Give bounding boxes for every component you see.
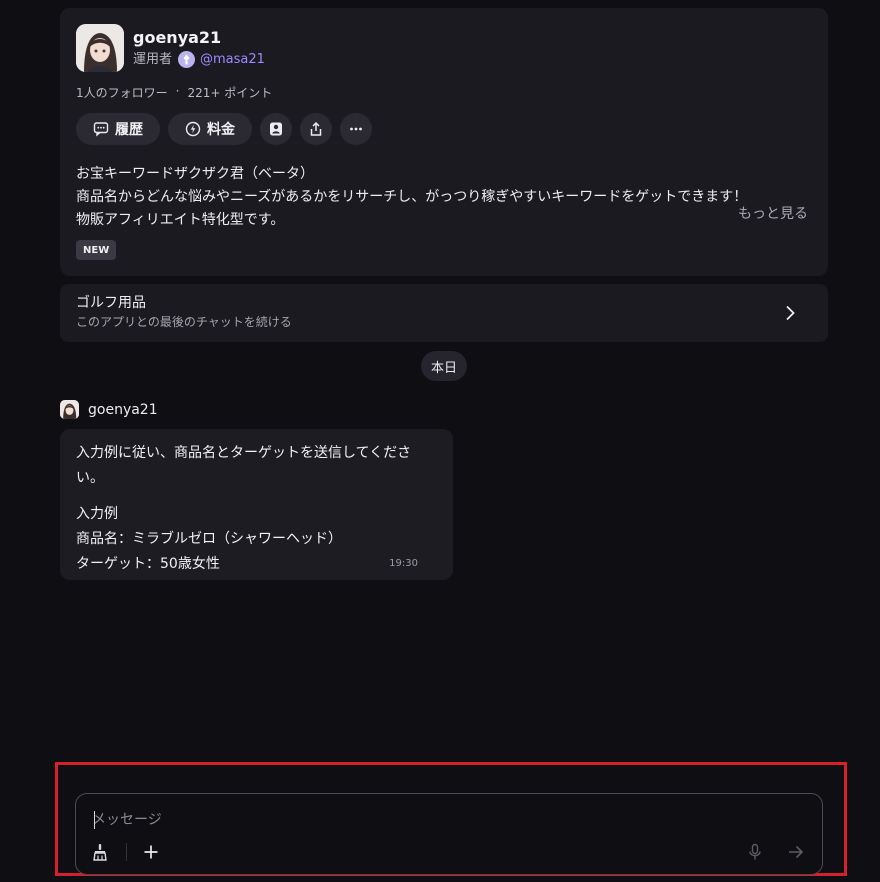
last-chat-subtitle: このアプリとの最後のチャットを続ける [76, 315, 292, 329]
bot-avatar[interactable] [76, 24, 124, 72]
voice-input-button[interactable] [744, 841, 766, 863]
more-options-button[interactable] [340, 113, 372, 145]
bot-profile-card: goenya21 運用者 @masa21 1人のフォロワー · 221+ ポイン… [60, 8, 828, 276]
points-count: 221+ ポイント [187, 86, 273, 100]
bot-header: goenya21 運用者 @masa21 [76, 24, 812, 72]
bot-name: goenya21 [133, 28, 222, 47]
text-caret [94, 811, 95, 829]
message-input[interactable] [92, 808, 792, 832]
operator-row: 運用者 @masa21 [133, 51, 265, 68]
person-add-icon [270, 122, 282, 136]
message-line: ターゲット：50歳女性 [76, 556, 220, 572]
operator-label: 運用者 [133, 51, 173, 67]
toolbar-divider [126, 843, 127, 861]
message-timestamp: 19:30 [389, 558, 418, 569]
message-composer [75, 793, 823, 875]
message-bubble: 入力例に従い、商品名とターゲットを送信してください。 入力例 商品名：ミラブルゼ… [60, 429, 453, 580]
description-line: お宝キーワードザクザク君（ベータ） [76, 166, 314, 182]
clear-context-button[interactable] [89, 841, 111, 863]
share-button[interactable] [300, 113, 332, 145]
message-line: 入力例 [76, 506, 118, 522]
history-label: 履歴 [115, 122, 143, 138]
sender-avatar[interactable] [60, 400, 79, 419]
show-more-link[interactable]: もっと見る [738, 203, 808, 223]
bot-description: お宝キーワードザクザク君（ベータ） 商品名からどんな悩みやニーズがあるかをリサー… [76, 163, 812, 232]
attach-button[interactable] [140, 841, 162, 863]
date-separator: 本日 [421, 351, 467, 381]
send-button[interactable] [785, 841, 807, 863]
price-label: 料金 [207, 122, 235, 138]
bot-actions: 履歴 料金 [76, 113, 812, 145]
message-line: 商品名：ミラブルゼロ（シャワーヘッド） [76, 531, 342, 547]
continue-last-chat-card[interactable]: ゴルフ用品 このアプリとの最後のチャットを続ける [60, 284, 828, 342]
add-contact-button[interactable] [260, 113, 292, 145]
price-button[interactable]: 料金 [168, 113, 252, 145]
lightning-coin-icon [185, 121, 201, 137]
description-line: 物販アフィリエイト特化型です。 [76, 212, 285, 228]
stats-separator: · [175, 84, 180, 98]
arrow-right-icon [789, 845, 804, 859]
chevron-right-icon [786, 305, 795, 321]
bot-stats: 1人のフォロワー · 221+ ポイント [76, 84, 812, 101]
chat-history-icon [93, 122, 109, 137]
description-line: 商品名からどんな悩みやニーズがあるかをリサーチし、がっつり稼ぎやすいキーワードを… [76, 189, 748, 205]
share-icon [310, 121, 322, 136]
chat-page: goenya21 運用者 @masa21 1人のフォロワー · 221+ ポイン… [0, 0, 880, 882]
history-button[interactable]: 履歴 [76, 113, 160, 145]
brush-icon [93, 844, 107, 861]
message-line: 入力例に従い、商品名とターゲットを送信してください。 [76, 445, 412, 486]
message-sender: goenya21 [60, 400, 158, 419]
ellipsis-icon [350, 127, 362, 131]
plus-icon [144, 845, 158, 859]
operator-handle-link[interactable]: @masa21 [200, 52, 265, 68]
sender-name: goenya21 [88, 401, 158, 418]
operator-badge-icon [178, 51, 196, 68]
last-chat-title: ゴルフ用品 [76, 295, 146, 311]
microphone-icon [749, 843, 761, 860]
followers-count[interactable]: 1人のフォロワー [76, 84, 168, 101]
new-tag: NEW [76, 240, 117, 260]
